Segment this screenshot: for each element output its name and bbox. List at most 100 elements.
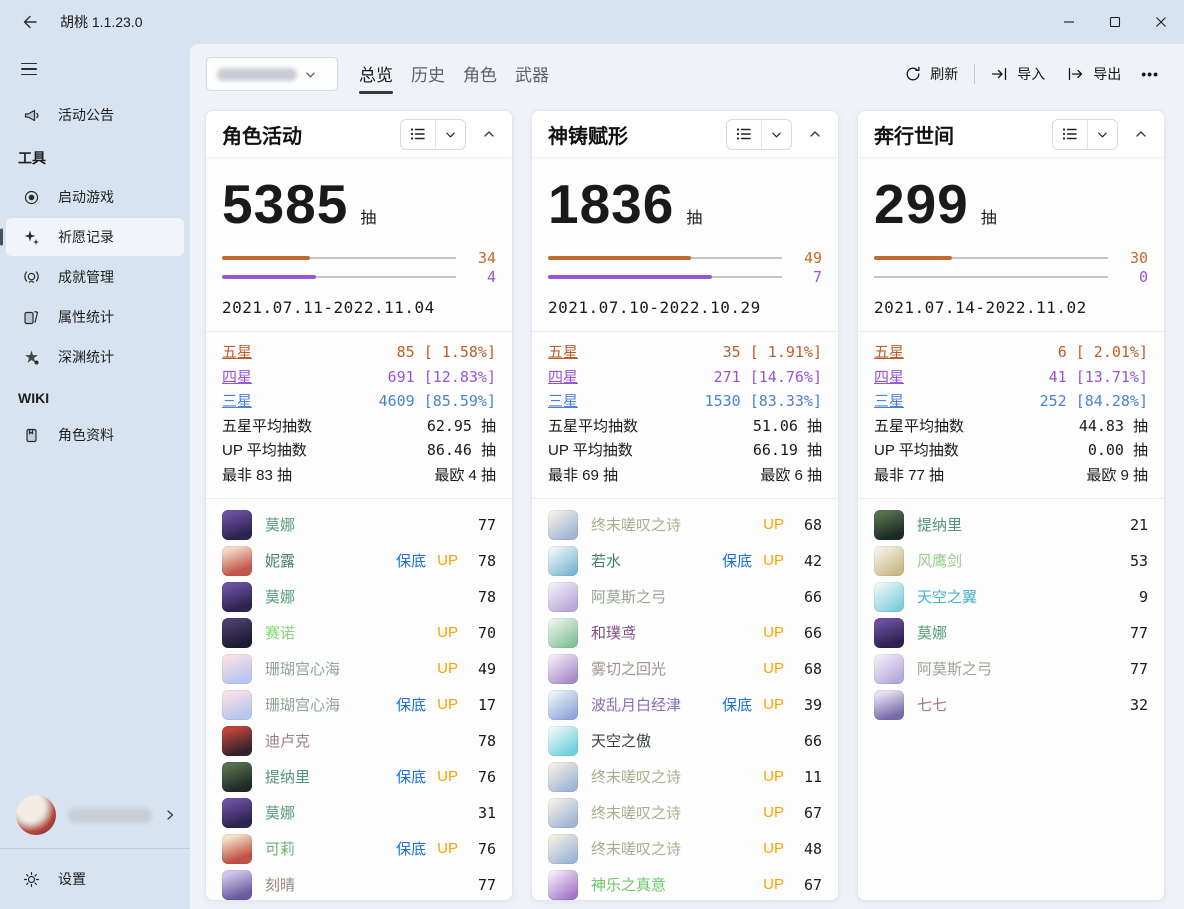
chevron-down-icon[interactable] bbox=[436, 120, 465, 149]
list-view-icon[interactable] bbox=[401, 120, 435, 149]
worst-pull: 最非 83 抽 bbox=[222, 465, 292, 486]
back-button[interactable] bbox=[14, 6, 46, 38]
four-star-link[interactable]: 四星 bbox=[874, 367, 904, 388]
avg-up-label: UP 平均抽数 bbox=[548, 440, 633, 461]
view-mode-split-button[interactable] bbox=[1052, 119, 1118, 150]
export-label: 导出 bbox=[1093, 64, 1121, 84]
five-star-pity-value: 30 bbox=[1120, 249, 1148, 267]
three-star-link[interactable]: 三星 bbox=[548, 391, 578, 412]
sidebar-item[interactable]: 活动公告 bbox=[6, 96, 184, 134]
sidebar-section-header: WIKI bbox=[0, 378, 190, 414]
sidebar-item[interactable]: 祈愿记录 bbox=[6, 218, 184, 256]
refresh-label: 刷新 bbox=[930, 64, 958, 84]
sidebar-item[interactable]: 启动游戏 bbox=[6, 178, 184, 216]
item-pull-count: 66 bbox=[795, 732, 822, 750]
four-star-count: 691 [12.83%] bbox=[388, 367, 496, 388]
tab-item[interactable]: 总览 bbox=[350, 53, 402, 96]
item-icon bbox=[548, 870, 578, 900]
item-pull-count: 77 bbox=[469, 876, 496, 894]
chevron-up-icon bbox=[1135, 128, 1147, 140]
chevron-down-icon[interactable] bbox=[762, 120, 791, 149]
pull-item-row: 刻晴 77 bbox=[222, 867, 496, 900]
pull-item-row: 若水 保底 UP 42 bbox=[548, 543, 822, 579]
pity-fill bbox=[874, 256, 952, 260]
item-pull-count: 78 bbox=[469, 552, 496, 570]
pull-item-row: 莫娜 77 bbox=[874, 615, 1148, 651]
item-pull-count: 76 bbox=[469, 840, 496, 858]
item-name: 若水 bbox=[591, 550, 621, 571]
menu-button[interactable] bbox=[12, 52, 46, 86]
window-title: 胡桃 1.1.23.0 bbox=[60, 12, 143, 32]
three-star-link[interactable]: 三星 bbox=[874, 391, 904, 412]
achievement-icon bbox=[23, 269, 40, 286]
sidebar-item[interactable]: 成就管理 bbox=[6, 258, 184, 296]
item-icon bbox=[222, 654, 252, 684]
tab-item[interactable]: 角色 bbox=[454, 53, 506, 96]
five-star-link[interactable]: 五星 bbox=[548, 342, 578, 363]
five-star-link[interactable]: 五星 bbox=[222, 342, 252, 363]
pull-item-row: 莫娜 78 bbox=[222, 579, 496, 615]
sidebar: 活动公告 工具 bbox=[0, 44, 190, 909]
sidebar-item[interactable]: 深渊统计 bbox=[6, 338, 184, 376]
minimize-button[interactable] bbox=[1046, 0, 1092, 44]
five-star-link[interactable]: 五星 bbox=[874, 342, 904, 363]
avg-five-value: 62.95 抽 bbox=[427, 416, 496, 437]
up-badge: UP bbox=[437, 660, 458, 677]
view-mode-split-button[interactable] bbox=[400, 119, 466, 150]
collapse-button[interactable] bbox=[476, 121, 502, 147]
tab-item[interactable]: 历史 bbox=[402, 53, 454, 96]
worst-pull: 最非 77 抽 bbox=[874, 465, 944, 486]
avg-five-value: 44.83 抽 bbox=[1079, 416, 1148, 437]
item-name: 波乱月白经津 bbox=[591, 694, 681, 715]
pull-item-row: 七七 32 bbox=[874, 687, 1148, 723]
item-icon bbox=[874, 654, 904, 684]
more-button[interactable]: ••• bbox=[1132, 59, 1168, 89]
sidebar-item-settings[interactable]: 设置 bbox=[6, 853, 184, 905]
four-star-link[interactable]: 四星 bbox=[548, 367, 578, 388]
item-pull-count: 42 bbox=[795, 552, 822, 570]
close-button[interactable] bbox=[1138, 0, 1184, 44]
item-pull-count: 66 bbox=[795, 624, 822, 642]
view-mode-split-button[interactable] bbox=[726, 119, 792, 150]
collapse-button[interactable] bbox=[802, 121, 828, 147]
card-title: 奔行世间 bbox=[874, 120, 954, 149]
pull-item-row: 神乐之真意 UP 67 bbox=[548, 867, 822, 900]
three-star-count: 1530 [83.33%] bbox=[705, 391, 822, 412]
four-star-pity-value: 4 bbox=[468, 268, 496, 286]
five-star-count: 85 [ 1.58%] bbox=[397, 342, 496, 363]
avg-up-label: UP 平均抽数 bbox=[874, 440, 959, 461]
collapse-button[interactable] bbox=[1128, 121, 1154, 147]
three-star-link[interactable]: 三星 bbox=[222, 391, 252, 412]
import-button[interactable]: 导入 bbox=[980, 57, 1056, 91]
up-badge: UP bbox=[763, 516, 784, 533]
item-icon bbox=[222, 618, 252, 648]
item-pull-count: 77 bbox=[1121, 624, 1148, 642]
export-button[interactable]: 导出 bbox=[1056, 57, 1132, 91]
item-name: 珊瑚宫心海 bbox=[265, 658, 340, 679]
account-selector-dropdown[interactable] bbox=[206, 57, 338, 91]
three-star-count: 252 [84.28%] bbox=[1040, 391, 1148, 412]
item-name: 阿莫斯之弓 bbox=[917, 658, 992, 679]
sidebar-item[interactable]: 角色资料 bbox=[6, 416, 184, 454]
item-pull-count: 53 bbox=[1121, 552, 1148, 570]
list-view-icon[interactable] bbox=[1053, 120, 1087, 149]
list-view-icon[interactable] bbox=[727, 120, 761, 149]
four-star-link[interactable]: 四星 bbox=[222, 367, 252, 388]
item-pull-count: 9 bbox=[1121, 588, 1148, 606]
item-name: 终末嗟叹之诗 bbox=[591, 838, 681, 859]
refresh-button[interactable]: 刷新 bbox=[894, 57, 969, 91]
item-icon bbox=[548, 546, 578, 576]
chevron-down-icon[interactable] bbox=[1088, 120, 1117, 149]
maximize-button[interactable] bbox=[1092, 0, 1138, 44]
banner-card: 角色活动 bbox=[205, 110, 513, 901]
sidebar-item[interactable]: 属性统计 bbox=[6, 298, 184, 336]
sidebar-item-label: 活动公告 bbox=[58, 105, 114, 125]
tab-item[interactable]: 武器 bbox=[506, 53, 558, 96]
total-pulls: 1836 bbox=[548, 173, 674, 236]
user-profile[interactable] bbox=[0, 786, 190, 844]
item-name: 终末嗟叹之诗 bbox=[591, 514, 681, 535]
settings-label: 设置 bbox=[58, 869, 86, 889]
card-header: 神铸赋形 bbox=[532, 111, 838, 157]
content-toolbar: 总览 历史 角色 武器 刷新 导入 bbox=[190, 44, 1184, 96]
up-badge: UP bbox=[763, 840, 784, 857]
